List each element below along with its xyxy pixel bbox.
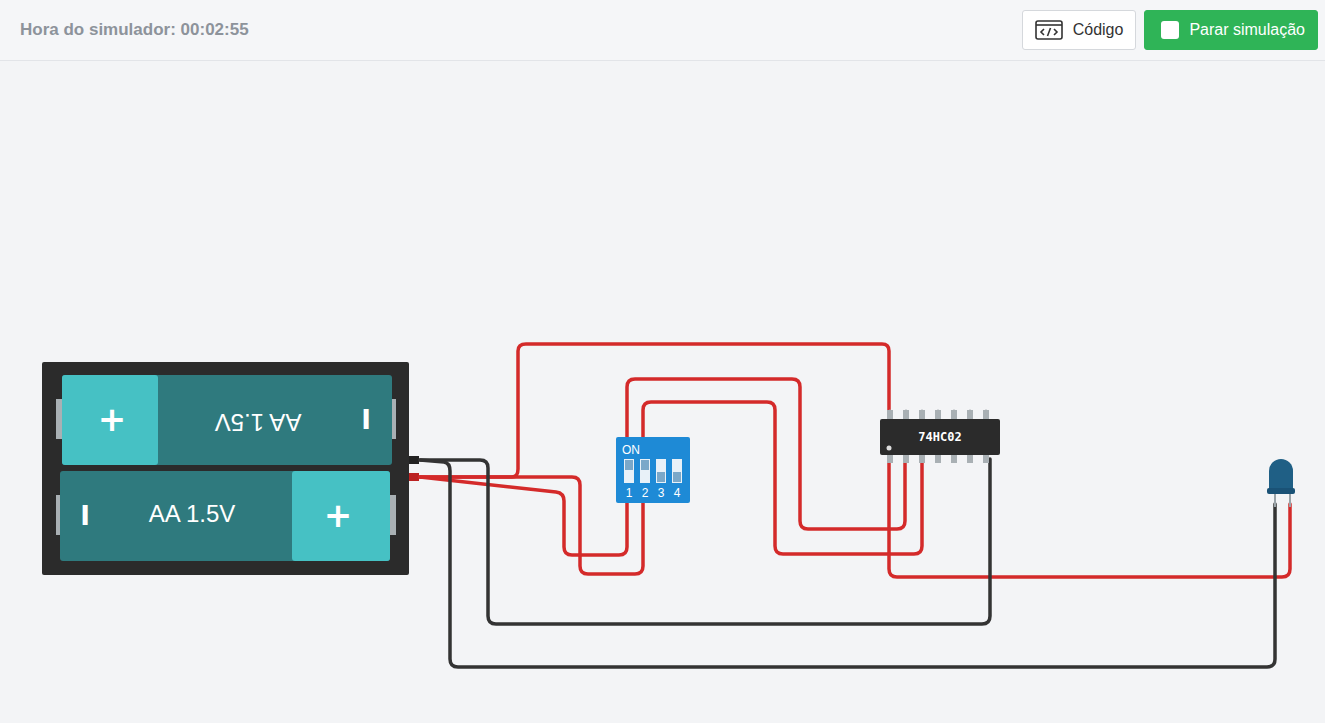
ic-chip[interactable]: 74HC02 bbox=[880, 409, 1000, 463]
chip-label: 74HC02 bbox=[918, 430, 961, 444]
plus-sign: + bbox=[98, 399, 127, 439]
dip-toggle[interactable]: 2 bbox=[640, 459, 650, 500]
minus-sign: I bbox=[80, 501, 90, 531]
led[interactable] bbox=[1267, 459, 1295, 507]
dip-number: 4 bbox=[674, 486, 681, 500]
dip-number: 2 bbox=[642, 486, 649, 500]
stop-icon bbox=[1161, 21, 1179, 39]
wire[interactable] bbox=[420, 459, 990, 624]
battery-cell: + I AA 1.5V bbox=[56, 375, 396, 465]
wire[interactable] bbox=[420, 477, 643, 574]
dip-toggle[interactable]: 4 bbox=[672, 459, 682, 500]
cell-label: AA 1.5V bbox=[149, 500, 236, 527]
toolbar: Hora do simulador: 00:02:55 Código Parar s… bbox=[0, 0, 1325, 61]
dip-toggle[interactable]: 3 bbox=[656, 459, 666, 500]
wire[interactable] bbox=[420, 460, 1275, 667]
button-label: Código bbox=[1073, 21, 1124, 39]
dip-number: 1 bbox=[626, 486, 633, 500]
simulator-page: Hora do simulador: 00:02:55 Código Parar s… bbox=[0, 0, 1325, 723]
stop-simulation-button[interactable]: Parar simulação bbox=[1144, 10, 1318, 50]
circuit-canvas[interactable]: + I AA 1.5V + I AA 1.5V ON 1234 74HC02 bbox=[0, 61, 1325, 723]
dip-switch[interactable]: ON 1234 bbox=[616, 437, 690, 503]
cell-label: AA 1.5V bbox=[215, 409, 302, 436]
plus-sign: + bbox=[324, 495, 353, 535]
wire[interactable] bbox=[889, 459, 1290, 577]
battery-pack[interactable]: + I AA 1.5V + I AA 1.5V bbox=[42, 362, 419, 575]
toolbar-actions: Código Parar simulação bbox=[1022, 10, 1318, 50]
circuit-board: + I AA 1.5V + I AA 1.5V ON 1234 74HC02 bbox=[0, 61, 1325, 722]
simulator-time: Hora do simulador: 00:02:55 bbox=[20, 20, 249, 40]
battery-cell: + I AA 1.5V bbox=[56, 471, 396, 561]
dip-on-label: ON bbox=[622, 443, 640, 457]
code-button[interactable]: Código bbox=[1022, 10, 1137, 50]
dip-toggle[interactable]: 1 bbox=[624, 459, 634, 500]
button-label: Parar simulação bbox=[1189, 21, 1305, 39]
dip-number: 3 bbox=[658, 486, 665, 500]
code-icon bbox=[1035, 20, 1063, 40]
minus-sign: I bbox=[361, 405, 371, 435]
